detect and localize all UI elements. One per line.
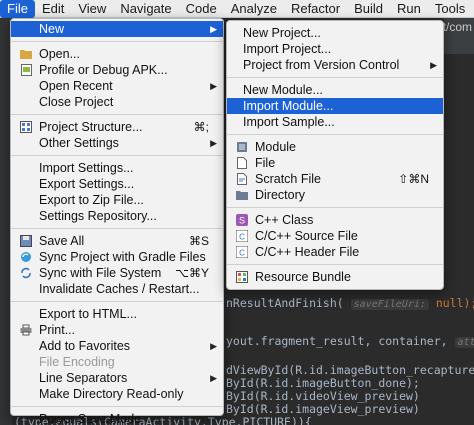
menu-item-file[interactable]: File	[227, 155, 443, 171]
cpp-class-icon: S	[236, 214, 248, 226]
cpp-source-icon: C	[236, 230, 248, 242]
submenu-arrow-icon: ▶	[210, 373, 217, 383]
menu-item-module[interactable]: Module	[227, 139, 443, 155]
menu-item-project-from-vcs[interactable]: Project from Version Control ▶	[227, 57, 443, 73]
menu-item-export-zip[interactable]: Export to Zip File...	[11, 192, 223, 208]
print-icon	[20, 324, 32, 336]
menu-item-project-structure[interactable]: Project Structure... ⌘;	[11, 119, 223, 135]
save-icon	[20, 235, 32, 247]
resource-bundle-icon	[236, 271, 248, 283]
folder-icon	[236, 189, 248, 201]
submenu-arrow-icon: ▶	[210, 341, 217, 351]
param-hint: attachToRoot:	[454, 337, 474, 348]
separator	[11, 114, 223, 115]
menu-item-new-module[interactable]: New Module...	[227, 82, 443, 98]
menu-refactor[interactable]: Refactor	[284, 0, 347, 18]
menu-tools[interactable]: Tools	[428, 0, 472, 18]
param-hint: saveFileUri:	[350, 299, 429, 310]
menu-view[interactable]: View	[71, 0, 113, 18]
menu-item-profile-debug-apk[interactable]: Profile or Debug APK...	[11, 62, 223, 78]
menu-item-print[interactable]: Print...	[11, 322, 223, 338]
menu-item-cpp-class[interactable]: S C++ Class	[227, 212, 443, 228]
menu-item-open-recent[interactable]: Open Recent ▶	[11, 78, 223, 94]
menu-run[interactable]: Run	[390, 0, 428, 18]
separator	[11, 301, 223, 302]
code-line: ById(R.id.imageView_preview)	[226, 402, 420, 416]
code-line: ById(R.id.videoView_preview)	[226, 389, 420, 403]
menu-item-export-html[interactable]: Export to HTML...	[11, 306, 223, 322]
separator	[227, 134, 443, 135]
code-line: nResultAndFinish( saveFileUri: null);	[226, 296, 474, 310]
code-line: ById(R.id.imageButton_done);	[226, 376, 420, 390]
file-menu: New ▶ Open... Profile or Debug APK... Ope…	[10, 18, 224, 425]
menu-item-power-save[interactable]: Power Save Mode	[11, 411, 223, 425]
svg-text:S: S	[239, 216, 245, 226]
menu-item-import-module[interactable]: Import Module...	[227, 98, 443, 114]
separator	[11, 155, 223, 156]
separator	[11, 228, 223, 229]
file-path: t/com	[443, 18, 474, 54]
menu-edit[interactable]: Edit	[35, 0, 71, 18]
menu-item-import-settings[interactable]: Import Settings...	[11, 160, 223, 176]
menu-item-scratch-file[interactable]: Scratch File ⇧⌘N	[227, 171, 443, 187]
menu-build[interactable]: Build	[347, 0, 390, 18]
menu-item-directory[interactable]: Directory	[227, 187, 443, 203]
folder-icon	[20, 48, 32, 60]
menu-item-cpp-header[interactable]: C C/C++ Header File	[227, 244, 443, 260]
menu-item-resource-bundle[interactable]: Resource Bundle	[227, 269, 443, 285]
menu-analyze[interactable]: Analyze	[224, 0, 284, 18]
menu-item-close-project[interactable]: Close Project	[11, 94, 223, 110]
menu-item-sync-gradle[interactable]: Sync Project with Gradle Files	[11, 249, 223, 265]
cpp-header-icon: C	[236, 246, 248, 258]
menu-item-line-separators[interactable]: Line Separators ▶	[11, 370, 223, 386]
svg-text:C: C	[239, 249, 245, 258]
code-line: dViewById(R.id.imageButton_recapture)	[226, 363, 474, 377]
menu-item-new[interactable]: New ▶	[11, 21, 223, 37]
separator	[227, 264, 443, 265]
menu-item-sync-file-system[interactable]: Sync with File System ⌥⌘Y	[11, 265, 223, 281]
module-icon	[236, 141, 248, 153]
menu-item-add-favorites[interactable]: Add to Favorites ▶	[11, 338, 223, 354]
menubar: File Edit View Navigate Code Analyze Ref…	[0, 0, 474, 18]
menu-code[interactable]: Code	[179, 0, 224, 18]
apk-icon	[20, 64, 32, 76]
menu-navigate[interactable]: Navigate	[113, 0, 178, 18]
menu-item-import-project[interactable]: Import Project...	[227, 41, 443, 57]
menu-item-make-readonly[interactable]: Make Directory Read-only	[11, 386, 223, 402]
menu-item-settings-repository[interactable]: Settings Repository...	[11, 208, 223, 224]
sync-icon	[20, 267, 32, 279]
svg-text:C: C	[239, 233, 245, 242]
menu-item-other-settings[interactable]: Other Settings ▶	[11, 135, 223, 151]
gradle-sync-icon	[20, 251, 32, 263]
menu-file[interactable]: File	[0, 0, 35, 18]
separator	[227, 77, 443, 78]
menu-item-import-sample[interactable]: Import Sample...	[227, 114, 443, 130]
submenu-arrow-icon: ▶	[210, 138, 217, 148]
separator	[11, 406, 223, 407]
submenu-arrow-icon: ▶	[210, 81, 217, 91]
menu-item-export-settings[interactable]: Export Settings...	[11, 176, 223, 192]
separator	[11, 41, 223, 42]
menu-item-invalidate-caches[interactable]: Invalidate Caches / Restart...	[11, 281, 223, 297]
new-submenu: New Project... Import Project... Project…	[226, 20, 444, 290]
menu-item-open[interactable]: Open...	[11, 46, 223, 62]
menu-item-cpp-source[interactable]: C C/C++ Source File	[227, 228, 443, 244]
submenu-arrow-icon: ▶	[430, 60, 437, 70]
project-structure-icon	[20, 121, 32, 133]
separator	[227, 207, 443, 208]
menu-item-file-encoding: File Encoding	[39, 355, 115, 369]
submenu-arrow-icon: ▶	[210, 24, 217, 34]
code-line: yout.fragment_result, container, attachT…	[226, 334, 474, 348]
menu-item-new-project[interactable]: New Project...	[227, 25, 443, 41]
menu-item-save-all[interactable]: Save All ⌘S	[11, 233, 223, 249]
scratch-file-icon	[236, 173, 248, 185]
file-icon	[236, 157, 248, 169]
